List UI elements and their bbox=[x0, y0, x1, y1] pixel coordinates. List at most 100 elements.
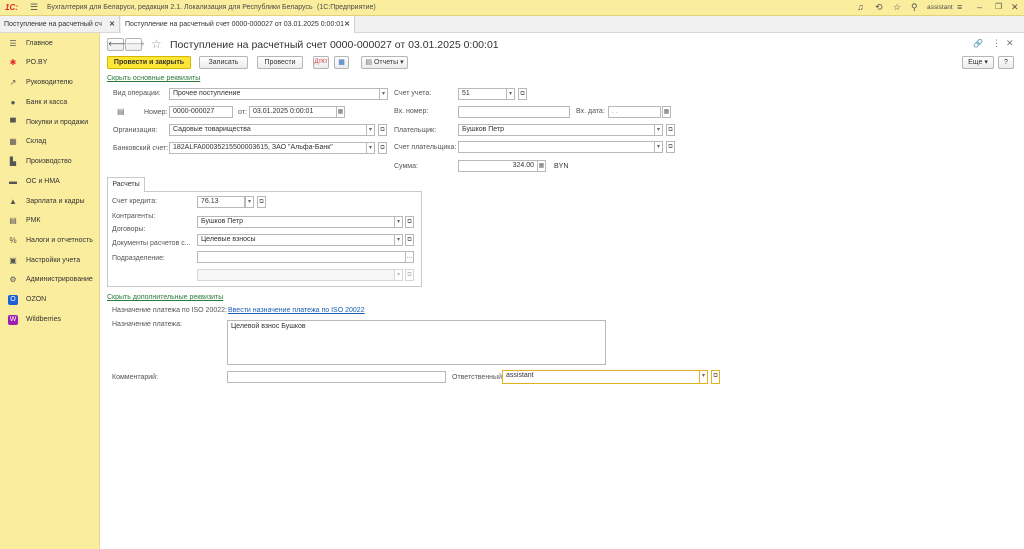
payer-field[interactable]: Бушков Петр bbox=[458, 124, 656, 136]
sum-field[interactable]: 324.00 bbox=[458, 160, 538, 172]
sidebar-item-label: Настройки учета bbox=[26, 257, 81, 264]
payer-dropdown[interactable]: ▾ bbox=[654, 124, 663, 136]
account-field[interactable]: 51 bbox=[458, 88, 507, 100]
date-field[interactable]: 03.01.2025 0:00:01 bbox=[249, 106, 337, 118]
sidebar-item-taxes[interactable]: % Налоги и отчетность bbox=[0, 232, 100, 250]
operation-field[interactable]: Прочее поступление bbox=[169, 88, 381, 100]
number-edit-icon[interactable]: ▤ bbox=[117, 107, 125, 116]
star-icon[interactable]: ☆ bbox=[893, 2, 901, 13]
credit-account-dropdown[interactable]: ▾ bbox=[245, 196, 254, 208]
bank-account-open-icon[interactable]: ⧉ bbox=[378, 142, 387, 154]
main-menu-icon[interactable]: ☰ bbox=[30, 2, 38, 13]
sidebar-item-assets[interactable]: ▬ ОС и НМА bbox=[0, 173, 100, 191]
sidebar-item-rmk[interactable]: ▤ РМК bbox=[0, 212, 100, 230]
organization-dropdown[interactable]: ▾ bbox=[366, 124, 375, 136]
calculator-icon[interactable]: ▦ bbox=[537, 160, 546, 172]
restore-icon[interactable]: ❐ bbox=[995, 2, 1002, 11]
chevron-down-icon: ▾ bbox=[984, 59, 988, 66]
bell-icon[interactable]: ♫ bbox=[857, 2, 864, 12]
payer-account-dropdown[interactable]: ▾ bbox=[654, 141, 663, 153]
favorite-star-icon[interactable]: ☆ bbox=[151, 37, 162, 51]
account-open-icon[interactable]: ⧉ bbox=[518, 88, 527, 100]
history-icon[interactable]: ⟲ bbox=[875, 2, 883, 13]
search-icon[interactable]: ⚲ bbox=[911, 2, 918, 13]
comment-field[interactable] bbox=[227, 371, 446, 383]
payer-account-field[interactable] bbox=[458, 141, 656, 153]
tab-settlements[interactable]: Расчеты bbox=[107, 177, 145, 192]
close-form-icon[interactable]: ✕ bbox=[1006, 38, 1014, 49]
sidebar-item-admin[interactable]: ⚙ Администрирование bbox=[0, 271, 100, 289]
sidebar-item-director[interactable]: ↗ Руководителю bbox=[0, 74, 100, 92]
number-field[interactable]: 0000-000027 bbox=[169, 106, 233, 118]
contract-dropdown[interactable]: ▾ bbox=[394, 234, 403, 246]
contracts-label: Договоры: bbox=[112, 226, 146, 233]
organization-open-icon[interactable]: ⧉ bbox=[378, 124, 387, 136]
hide-extra-details-link[interactable]: Скрыть дополнительные реквизиты bbox=[107, 294, 223, 301]
reports-label: Отчеты bbox=[373, 59, 399, 66]
payer-account-open-icon[interactable]: ⧉ bbox=[666, 141, 675, 153]
close-tab-icon[interactable]: ✕ bbox=[344, 16, 350, 33]
contract-open-icon[interactable]: ⧉ bbox=[405, 234, 414, 246]
incoming-number-label: Вх. номер: bbox=[394, 108, 429, 115]
incoming-number-field[interactable] bbox=[458, 106, 570, 118]
responsible-open-icon[interactable]: ⧉ bbox=[711, 370, 720, 384]
operation-dropdown[interactable]: ▾ bbox=[379, 88, 388, 100]
responsible-dropdown[interactable]: ▾ bbox=[699, 370, 708, 384]
sidebar-item-label: Администрирование bbox=[26, 276, 93, 283]
bank-account-dropdown[interactable]: ▾ bbox=[366, 142, 375, 154]
back-button[interactable]: 🡐 bbox=[107, 38, 127, 51]
sidebar-item-settings[interactable]: ▣ Настройки учета bbox=[0, 252, 100, 270]
organization-field[interactable]: Садовые товарищества bbox=[169, 124, 367, 136]
sidebar-item-production[interactable]: ▙ Производство bbox=[0, 153, 100, 171]
sidebar-item-ozon[interactable]: O OZON bbox=[0, 291, 100, 309]
sidebar: ☰ Главное ✱ PO.BY ↗ Руководителю ● Банк и ка… bbox=[0, 33, 100, 549]
payer-open-icon[interactable]: ⧉ bbox=[666, 124, 675, 136]
link-icon[interactable]: 🔗 bbox=[973, 39, 983, 48]
dt-kt-button[interactable]: ДтКт bbox=[313, 56, 329, 69]
tab-label: Поступление на расчетный счет 0000-00002… bbox=[125, 21, 345, 28]
sidebar-item-main[interactable]: ☰ Главное bbox=[0, 35, 100, 53]
hide-main-details-link[interactable]: Скрыть основные реквизиты bbox=[107, 75, 200, 82]
bank-account-field[interactable]: 182ALFA00035215500003615, ЗАО "Альфа-Бан… bbox=[169, 142, 367, 154]
counterparty-dropdown[interactable]: ▾ bbox=[394, 216, 403, 228]
account-dropdown[interactable]: ▾ bbox=[506, 88, 515, 100]
counterparty-open-icon[interactable]: ⧉ bbox=[405, 216, 414, 228]
tab-document-2[interactable]: Поступление на расчетный счет 0000-00002… bbox=[121, 16, 355, 34]
more-button[interactable]: Еще ▾ bbox=[962, 56, 994, 69]
sidebar-item-warehouse[interactable]: ▦ Склад bbox=[0, 133, 100, 151]
close-window-icon[interactable]: ✕ bbox=[1011, 2, 1019, 13]
incoming-date-field[interactable]: . . bbox=[608, 106, 661, 118]
counterparty-field[interactable]: Бушков Петр bbox=[197, 216, 395, 228]
calendar-icon[interactable]: ▦ bbox=[336, 106, 345, 118]
post-and-close-button[interactable]: Провести и закрыть bbox=[107, 56, 191, 69]
contract-field[interactable]: Целевые взносы bbox=[197, 234, 395, 246]
platform-label: (1С:Предприятие) bbox=[317, 4, 376, 11]
save-button[interactable]: Записать bbox=[199, 56, 248, 69]
sidebar-item-salary[interactable]: ▲ Зарплата и кадры bbox=[0, 193, 100, 211]
responsible-field[interactable]: assistant bbox=[502, 370, 700, 384]
tab-document-1[interactable]: Поступление на расчетный сч ✕ bbox=[0, 16, 120, 33]
help-button[interactable]: ? bbox=[998, 56, 1014, 69]
wildberries-icon: W bbox=[8, 315, 18, 325]
credit-account-open-icon[interactable]: ⧉ bbox=[257, 196, 266, 208]
sidebar-item-poby[interactable]: ✱ PO.BY bbox=[0, 54, 100, 72]
structure-button[interactable]: ▦ bbox=[334, 56, 349, 69]
sidebar-item-sales[interactable]: ▀ Покупки и продажи bbox=[0, 114, 100, 132]
user-name[interactable]: assistant bbox=[927, 4, 953, 11]
department-select-icon[interactable]: … bbox=[405, 251, 414, 263]
minimize-icon[interactable]: – bbox=[977, 2, 982, 12]
payment-purpose-field[interactable]: Целевой взнос Бушков bbox=[227, 320, 606, 365]
incoming-calendar-icon[interactable]: ▦ bbox=[662, 106, 671, 118]
close-tab-icon[interactable]: ✕ bbox=[109, 16, 115, 33]
sidebar-item-wildberries[interactable]: W Wildberries bbox=[0, 311, 100, 329]
forward-button[interactable]: 🡒 bbox=[125, 38, 145, 51]
department-field[interactable] bbox=[197, 251, 406, 263]
credit-account-field[interactable]: 76.13 bbox=[197, 196, 245, 208]
settings-menu-icon[interactable]: ≡ bbox=[957, 2, 962, 12]
iso-purpose-link[interactable]: Ввести назначение платежа по ISO 20022 bbox=[228, 307, 365, 314]
reports-button[interactable]: ▤ Отчеты ▾ bbox=[361, 56, 408, 69]
sidebar-item-bank[interactable]: ● Банк и касса bbox=[0, 94, 100, 112]
post-button[interactable]: Провести bbox=[257, 56, 303, 69]
more-vert-icon[interactable]: ⋮ bbox=[992, 38, 1001, 49]
factory-icon: ▙ bbox=[9, 157, 17, 166]
